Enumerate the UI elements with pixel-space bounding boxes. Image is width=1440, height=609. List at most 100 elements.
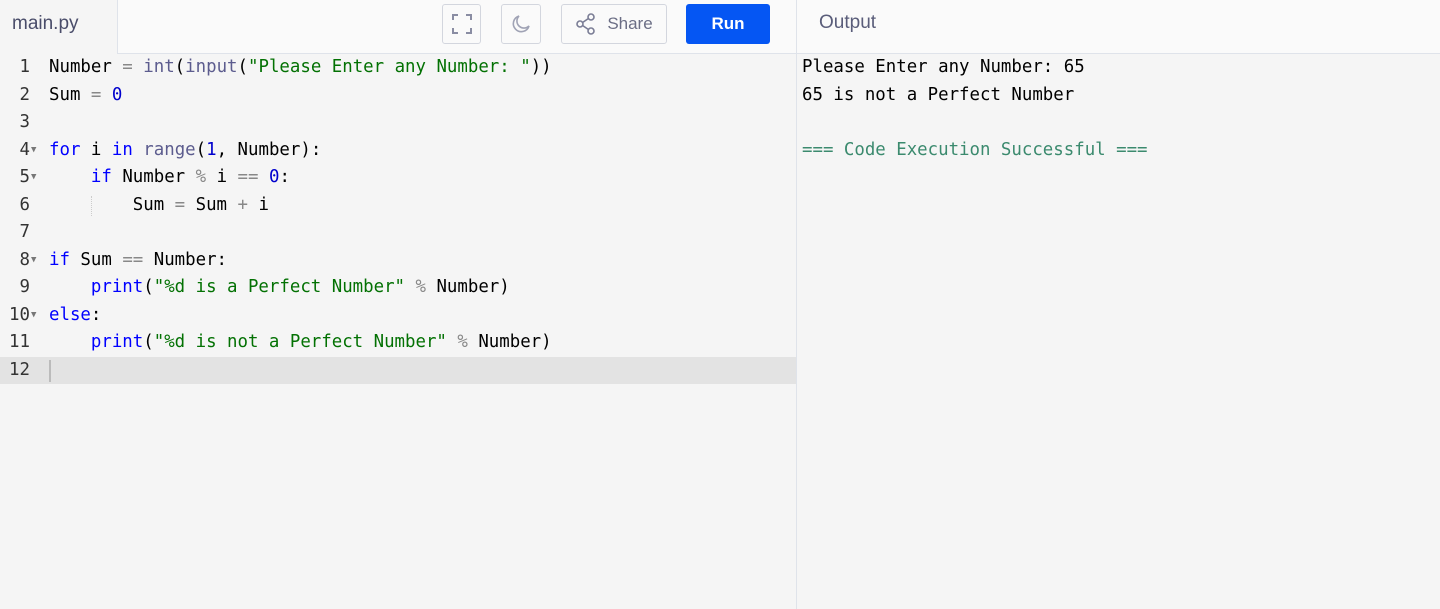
code-token-id: Sum xyxy=(49,194,175,215)
code-line[interactable]: 1 Number = int(input("Please Enter any Nu… xyxy=(0,54,796,82)
output-title: Output xyxy=(819,12,877,33)
code-token-str: "%d is a Perfect Number" xyxy=(153,277,406,297)
code-token-id: Number xyxy=(49,57,112,77)
code-token-id: ( xyxy=(195,139,207,160)
code-token-id: ( xyxy=(174,57,186,77)
code-line[interactable]: 12 xyxy=(0,356,796,384)
output-panel: Please Enter any Number: 65 65 is not a P… xyxy=(796,54,1440,609)
moon-icon xyxy=(512,15,530,33)
code-line[interactable]: 7 xyxy=(0,219,796,247)
code-token-id: : xyxy=(279,167,290,187)
code-text: print("%d is a Perfect Number" % Number) xyxy=(49,274,510,302)
code-text: for i in range(1, Number): xyxy=(49,137,321,165)
code-text: print("%d is not a Perfect Number" % Num… xyxy=(49,329,552,357)
code-token-op: % xyxy=(405,277,437,297)
code-token-kw: print xyxy=(90,277,144,297)
code-token-id xyxy=(49,332,91,352)
code-token-kw: print xyxy=(90,332,144,352)
line-number: 3 xyxy=(19,112,30,132)
code-token-id: i xyxy=(247,194,269,215)
code-text: Sum = 0 xyxy=(49,82,122,110)
code-token-bi: input xyxy=(185,57,238,77)
code-token-op: == xyxy=(122,249,144,270)
code-line[interactable]: 6 Sum = Sum + i xyxy=(0,192,796,220)
code-editor[interactable]: 1 Number = int(input("Please Enter any Nu… xyxy=(0,54,796,609)
code-token-op: = xyxy=(111,57,144,77)
code-token-num: 0 xyxy=(111,84,123,105)
output-line: 65 is not a Perfect Number xyxy=(802,84,1075,105)
share-icon xyxy=(576,13,596,35)
line-number: 8 xyxy=(19,249,30,270)
line-number: 7 xyxy=(19,222,30,242)
code-token-id xyxy=(258,167,268,187)
line-number: 5 xyxy=(19,167,30,187)
code-token-num: 0 xyxy=(268,167,280,187)
code-token-id: Sum xyxy=(49,84,81,105)
line-number: 4 xyxy=(19,139,30,160)
code-token-id: , Number): xyxy=(216,139,322,160)
fullscreen-icon xyxy=(451,14,472,34)
code-token-op: % xyxy=(446,332,479,352)
code-token-id: Number: xyxy=(143,249,228,270)
code-token-id: ( xyxy=(237,57,248,77)
code-line[interactable]: 10 ▼ else: xyxy=(0,302,796,330)
code-text: if Number % i == 0: xyxy=(49,164,290,192)
code-token-id: Sum xyxy=(69,249,123,270)
code-text: Sum = Sum + i xyxy=(49,192,269,220)
code-token-id: Number) xyxy=(478,332,552,352)
code-token-op: = xyxy=(80,84,112,105)
code-token-kw: else xyxy=(49,304,91,325)
line-number: 1 xyxy=(19,57,30,77)
code-token-id xyxy=(49,277,91,297)
code-token-bi: int xyxy=(143,57,175,77)
code-token-id: Sum xyxy=(185,194,238,215)
code-token-op: == xyxy=(237,167,259,187)
code-text: Number = int(input("Please Enter any Num… xyxy=(49,54,552,82)
code-text: else: xyxy=(49,302,101,330)
code-line[interactable]: 9 print("%d is a Perfect Number" % Numbe… xyxy=(0,274,796,302)
theme-toggle-button[interactable] xyxy=(501,4,541,44)
code-token-id xyxy=(49,167,91,187)
code-line[interactable]: 3 xyxy=(0,109,796,137)
code-text: if Sum == Number: xyxy=(49,247,227,275)
fold-arrow-icon[interactable]: ▼ xyxy=(31,247,36,275)
code-line[interactable]: 11 print("%d is not a Perfect Number" % … xyxy=(0,329,796,357)
output-line: Please Enter any Number: 65 xyxy=(802,57,1085,77)
code-token-id: )) xyxy=(530,57,552,77)
code-token-op: % xyxy=(195,167,207,187)
code-token-id: i xyxy=(80,139,112,160)
run-button[interactable]: Run xyxy=(686,4,770,44)
text-cursor xyxy=(49,359,51,382)
code-token-id: : xyxy=(90,304,102,325)
line-number: 10 xyxy=(9,304,30,325)
code-token-id: ( xyxy=(143,332,154,352)
code-line[interactable]: 8 ▼ if Sum == Number: xyxy=(0,247,796,275)
execution-status: === Code Execution Successful === xyxy=(802,139,1148,160)
code-token-str: "%d is not a Perfect Number" xyxy=(153,332,447,352)
code-token-kw: if xyxy=(90,167,112,187)
output-header: Output xyxy=(796,0,1440,54)
fullscreen-button[interactable] xyxy=(442,4,481,44)
code-token-op: + xyxy=(237,194,248,215)
code-token-num: 1 xyxy=(206,139,217,160)
code-line[interactable]: 5 ▼ if Number % i == 0: xyxy=(0,164,796,192)
code-token-kw: if xyxy=(49,249,70,270)
line-number: 11 xyxy=(9,332,30,352)
fold-arrow-icon[interactable]: ▼ xyxy=(31,302,36,330)
share-label: Share xyxy=(607,14,653,33)
code-token-kw: in xyxy=(111,139,133,160)
code-line[interactable]: 2 Sum = 0 xyxy=(0,82,796,110)
line-number: 6 xyxy=(19,194,30,215)
code-token-kw: for xyxy=(49,139,81,160)
code-token-id: Number xyxy=(111,167,196,187)
share-button[interactable]: Share xyxy=(561,4,667,44)
top-bar: main.py Share Run Output xyxy=(0,0,1440,54)
code-token-id: i xyxy=(206,167,238,187)
code-token-op: = xyxy=(174,194,186,215)
file-tab-main-py[interactable]: main.py xyxy=(0,0,118,54)
code-token-str: "Please Enter any Number: " xyxy=(248,57,531,77)
line-number: 2 xyxy=(19,84,30,105)
fold-arrow-icon[interactable]: ▼ xyxy=(31,164,36,192)
code-line[interactable]: 4 ▼ for i in range(1, Number): xyxy=(0,137,796,165)
fold-arrow-icon[interactable]: ▼ xyxy=(31,137,36,165)
